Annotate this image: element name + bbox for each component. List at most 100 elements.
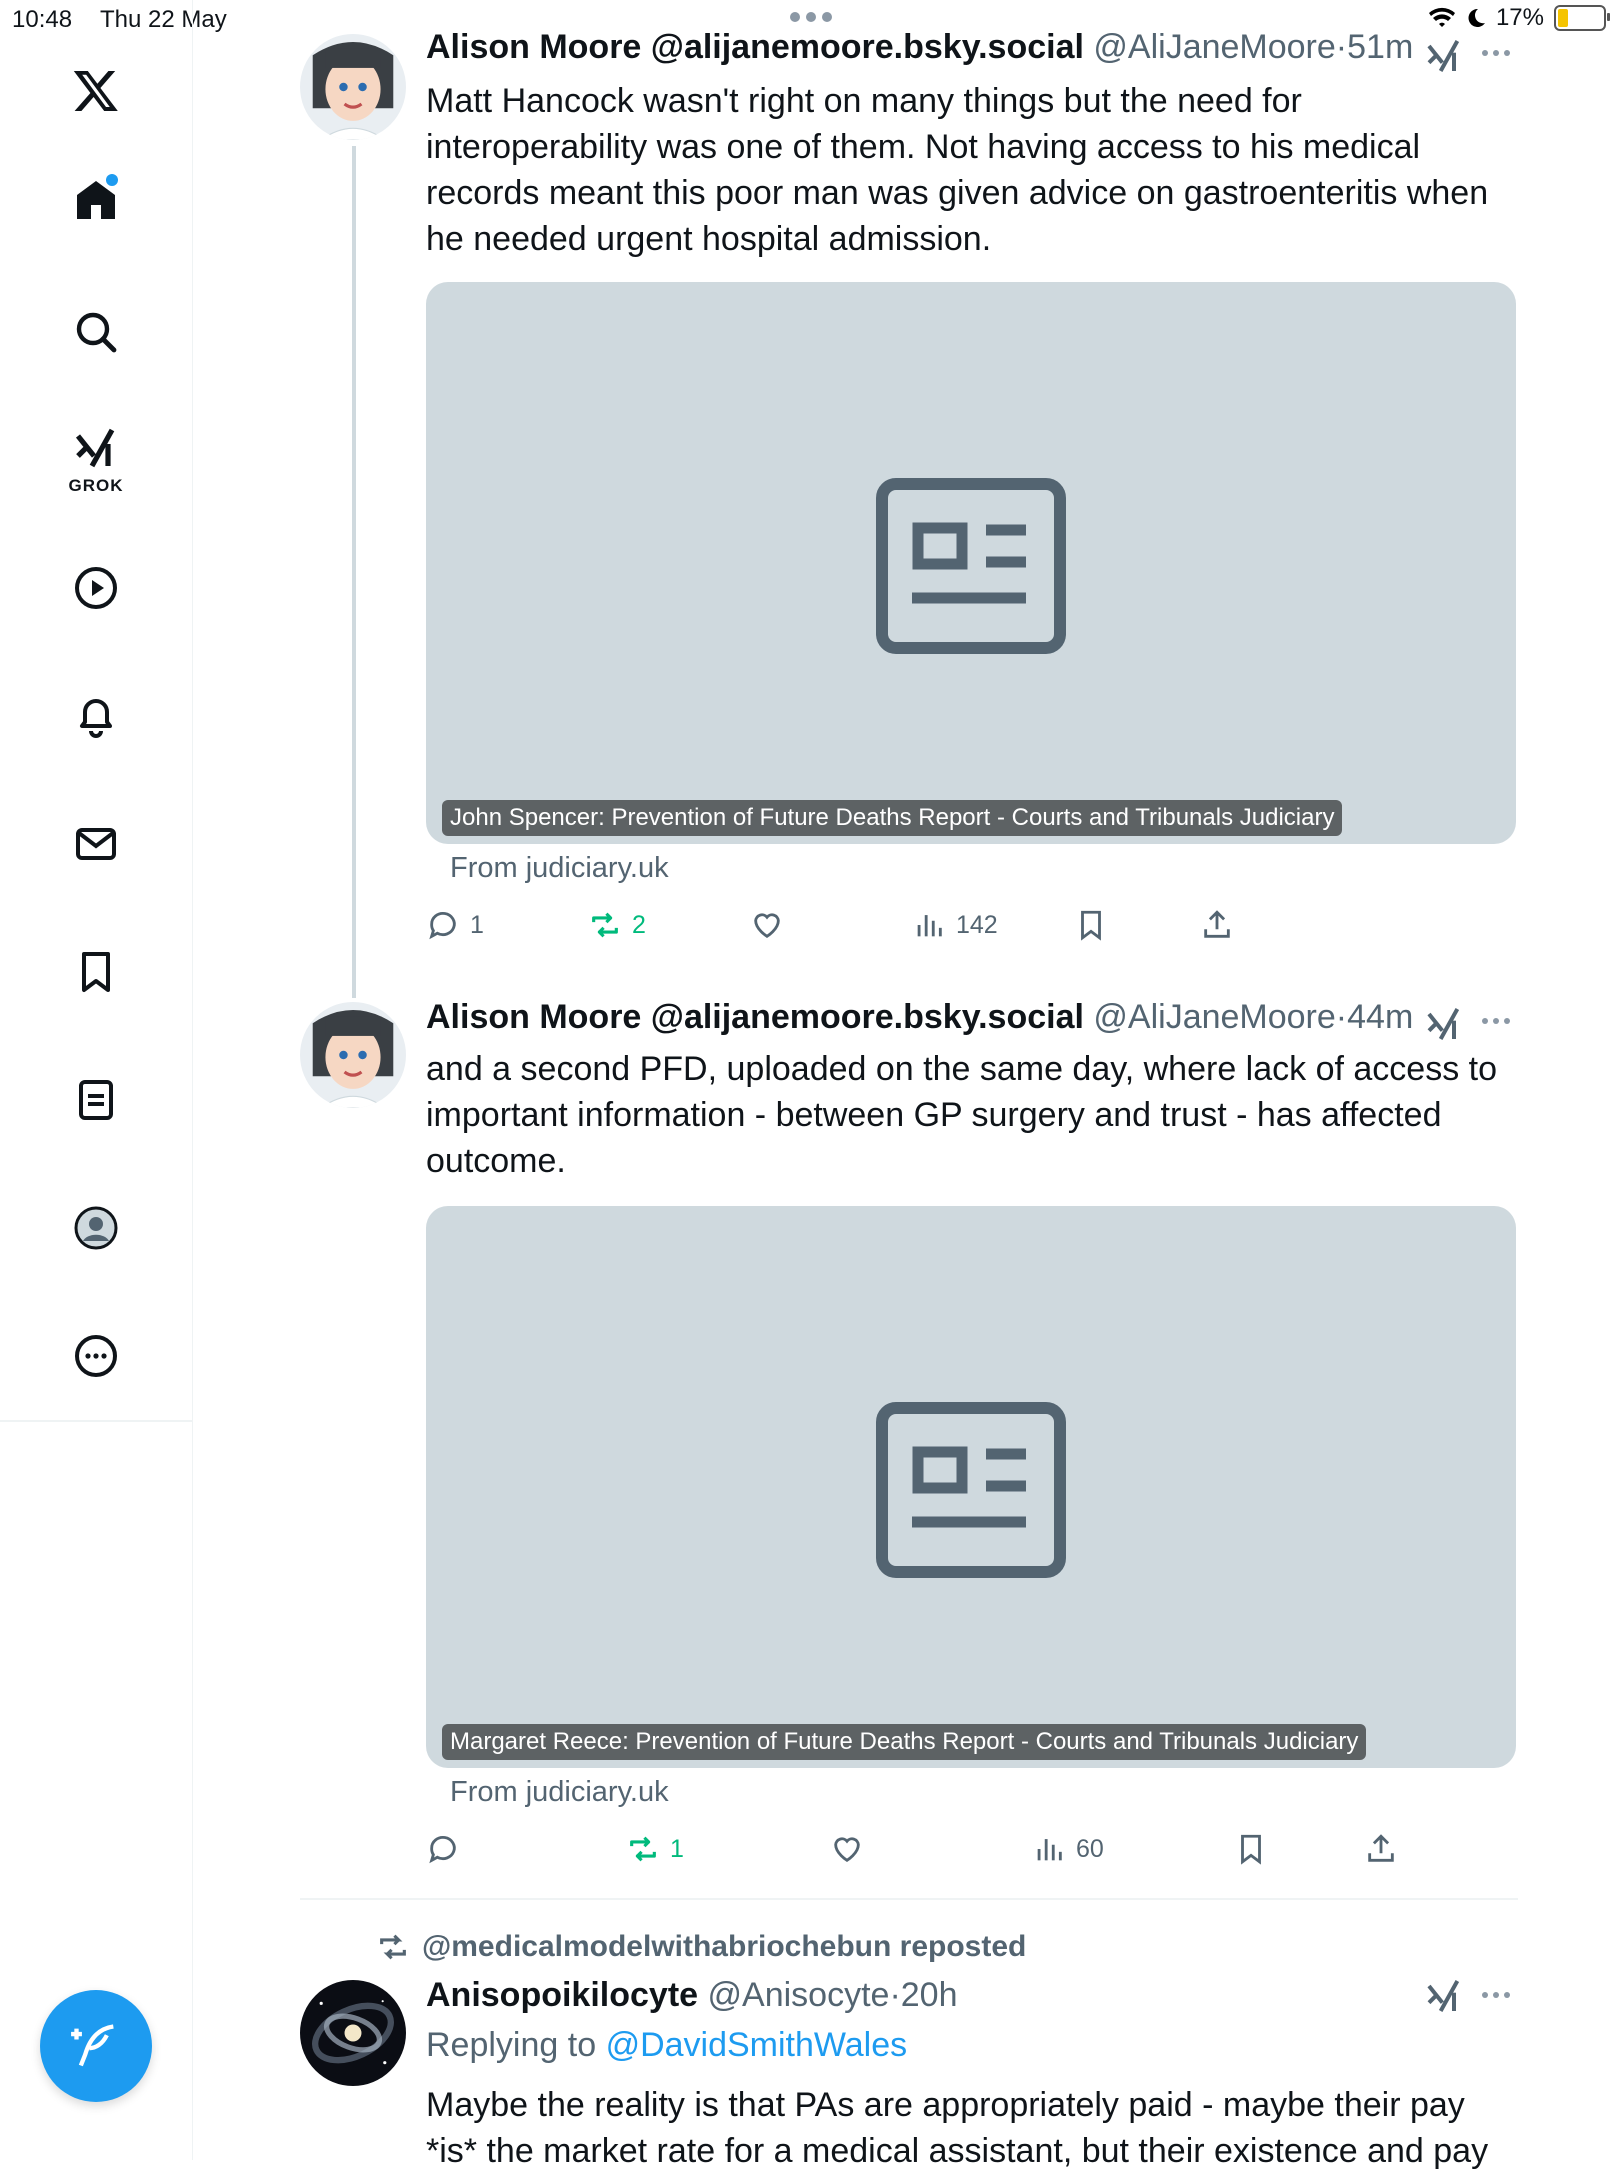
share-icon [1204, 910, 1230, 938]
article-icon [876, 1402, 1066, 1578]
share-icon [1368, 1834, 1394, 1862]
card-caption: Margaret Reece: Prevention of Future Dea… [442, 1724, 1367, 1760]
timestamp[interactable]: 20h [901, 1976, 958, 2014]
nav-notifications[interactable] [56, 676, 136, 756]
bookmark-button[interactable] [1234, 1832, 1268, 1866]
separator: · [1335, 28, 1348, 66]
replying-to: Replying to @DavidSmithWales [426, 2026, 907, 2065]
nav-video[interactable] [56, 548, 136, 628]
card-source[interactable]: From judiciary.uk [450, 1776, 669, 1809]
tweet-header: Alison Moore @alijanemoore.bsky.social @… [426, 28, 1413, 67]
reply-count: 1 [470, 910, 484, 939]
nav-more[interactable] [56, 1316, 136, 1396]
nav-lists[interactable] [56, 1060, 136, 1140]
handle[interactable]: @AliJaneMoore [1093, 28, 1335, 66]
like-button[interactable] [750, 908, 794, 942]
separator: · [889, 1976, 901, 2014]
grok-icon [75, 428, 115, 468]
more-options-icon[interactable] [1482, 1016, 1518, 1026]
handle[interactable]: @Anisocyte [708, 1976, 890, 2014]
thread-line [352, 146, 356, 998]
tweet-text: Maybe the reality is that PAs are approp… [426, 2086, 1489, 2170]
link-card[interactable]: Margaret Reece: Prevention of Future Dea… [426, 1206, 1516, 1768]
multitask-handle[interactable] [790, 12, 836, 22]
view-count: 60 [1076, 1834, 1104, 1863]
views-icon [917, 915, 942, 937]
bookmark-button[interactable] [1074, 908, 1108, 942]
card-caption: John Spencer: Prevention of Future Death… [442, 800, 1343, 836]
tweet-text: and a second PFD, uploaded on the same d… [426, 1050, 1497, 1180]
play-icon [75, 567, 117, 609]
notification-dot [106, 174, 118, 186]
grok-icon[interactable] [1424, 36, 1464, 76]
nav-search[interactable] [56, 292, 136, 372]
reply-icon [429, 912, 456, 940]
more-circle-icon [75, 1335, 117, 1377]
reply-button[interactable] [426, 1832, 470, 1866]
repost-button[interactable]: 2 [588, 908, 646, 942]
replying-prefix: Replying to [426, 2026, 597, 2064]
heart-icon [834, 1837, 860, 1863]
mail-icon [76, 828, 116, 860]
compose-button[interactable] [40, 1990, 152, 2102]
profile-icon [74, 1206, 118, 1250]
nav-profile[interactable] [56, 1188, 136, 1268]
display-name[interactable]: Anisopoikilocyte [426, 1976, 698, 2014]
feed-divider [300, 1898, 1518, 1900]
nav-x-logo[interactable] [56, 50, 136, 130]
avatar[interactable] [300, 1980, 406, 2086]
galaxy-avatar-image [300, 1980, 406, 2086]
repost-icon [630, 1836, 656, 1862]
bookmark-icon [1081, 910, 1101, 941]
avatar-image [300, 1002, 406, 1108]
views-button[interactable]: 142 [912, 908, 998, 942]
repost-count: 1 [670, 1834, 684, 1863]
separator: · [1335, 998, 1348, 1036]
link-card[interactable]: John Spencer: Prevention of Future Death… [426, 282, 1516, 844]
timestamp[interactable]: 51m [1347, 28, 1413, 66]
like-button[interactable] [830, 1832, 874, 1866]
nav-home[interactable] [56, 160, 136, 240]
tweet-header: Alison Moore @alijanemoore.bsky.social @… [426, 998, 1413, 1037]
grok-icon[interactable] [1424, 1976, 1464, 2016]
bell-icon [80, 699, 112, 738]
status-right: 17% [1428, 4, 1610, 32]
share-button[interactable] [1364, 1832, 1398, 1866]
search-icon [76, 312, 117, 353]
repost-button[interactable]: 1 [626, 1832, 684, 1866]
battery-percent: 17% [1495, 4, 1544, 31]
view-count: 142 [956, 910, 998, 939]
moon-icon [1468, 8, 1485, 27]
heart-icon [754, 913, 780, 939]
repost-label: @medicalmodelwithabriochebun reposted [376, 1930, 1026, 1964]
replying-to-link[interactable]: @DavidSmithWales [606, 2026, 908, 2064]
more-options-icon[interactable] [1482, 48, 1518, 58]
nav-bookmarks[interactable] [56, 932, 136, 1012]
x-logo-icon [73, 71, 118, 111]
share-button[interactable] [1200, 908, 1234, 942]
tweet-header: Anisopoikilocyte @Anisocyte·20h [426, 1976, 958, 2015]
compose-feather-icon [71, 2024, 114, 2067]
handle[interactable]: @AliJaneMoore [1093, 998, 1335, 1036]
repost-label-text[interactable]: @medicalmodelwithabriochebun reposted [422, 1930, 1026, 1964]
repost-icon [380, 1934, 406, 1960]
avatar-image [300, 34, 406, 140]
grok-label: GROK [68, 476, 124, 495]
repost-count: 2 [632, 910, 646, 939]
views-icon [1037, 1839, 1062, 1861]
card-source[interactable]: From judiciary.uk [450, 852, 669, 885]
timestamp[interactable]: 44m [1347, 998, 1413, 1036]
display-name[interactable]: Alison Moore @alijanemoore.bsky.social [426, 28, 1084, 66]
repost-icon [592, 912, 618, 938]
list-icon [79, 1080, 113, 1120]
battery-icon [1554, 5, 1610, 31]
nav-messages[interactable] [56, 804, 136, 884]
bookmark-icon [1241, 1834, 1261, 1865]
views-button[interactable]: 60 [1032, 1832, 1104, 1866]
display-name[interactable]: Alison Moore @alijanemoore.bsky.social [426, 998, 1084, 1036]
avatar[interactable] [300, 34, 406, 140]
grok-icon[interactable] [1424, 1004, 1464, 1044]
reply-button[interactable]: 1 [426, 908, 484, 942]
more-options-icon[interactable] [1482, 1990, 1518, 2000]
avatar[interactable] [300, 1002, 406, 1108]
